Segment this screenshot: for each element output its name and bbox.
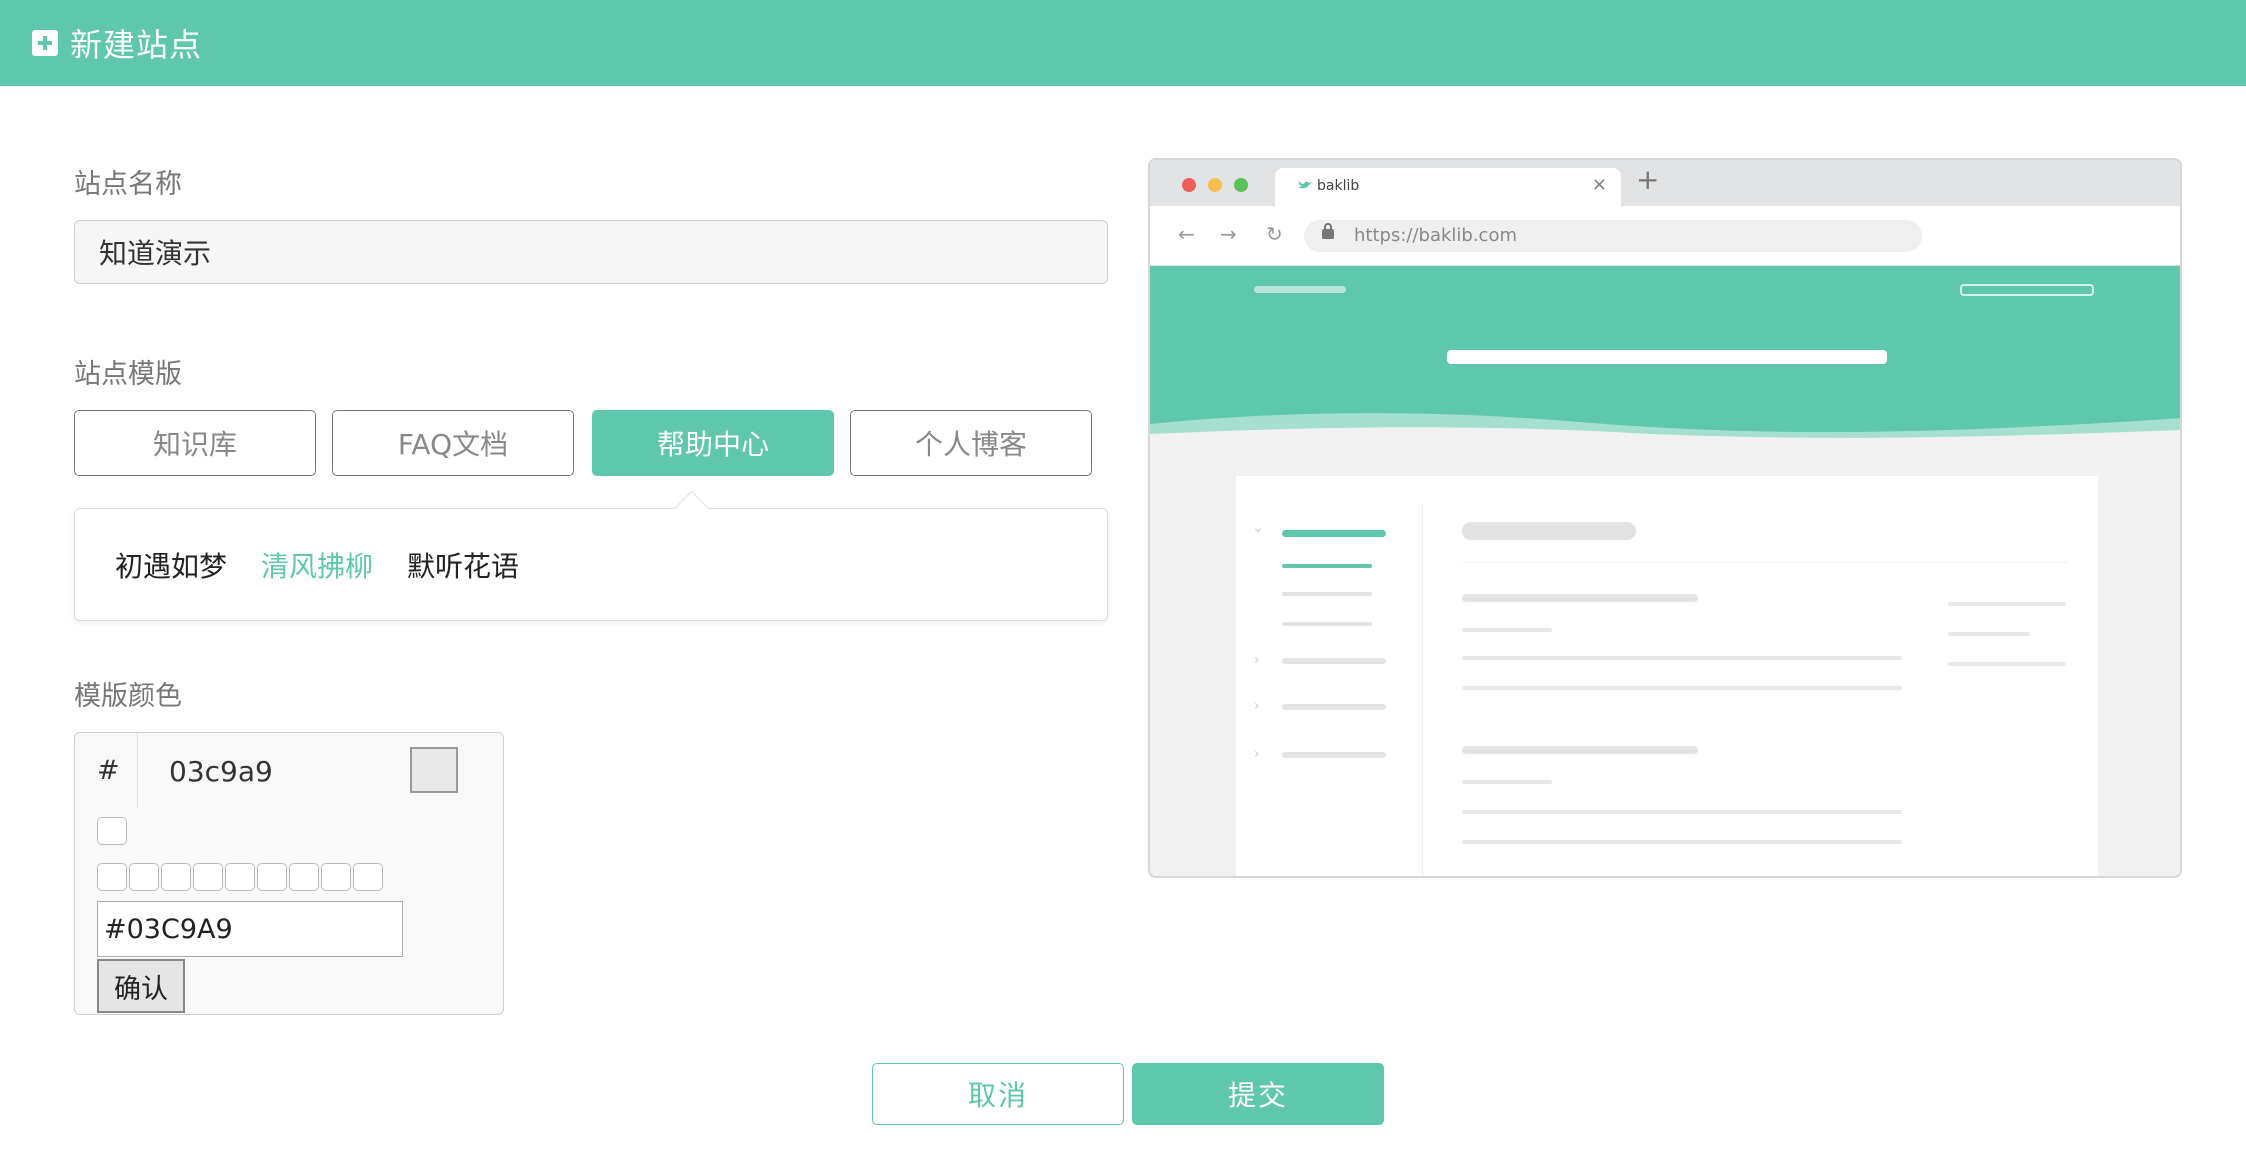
placeholder-bar [1462, 746, 1698, 754]
chevron-right-icon: › [1254, 746, 1260, 762]
hex-input[interactable] [97, 901, 403, 957]
close-dot-icon [1182, 178, 1196, 192]
preview-hero [1150, 266, 2180, 442]
divider [1422, 504, 1423, 876]
template-option-personal-blog[interactable]: 个人博客 [850, 410, 1092, 476]
back-arrow-icon: ← [1178, 222, 1195, 246]
placeholder-bar [1254, 286, 1346, 293]
site-name-input[interactable] [74, 220, 1108, 284]
placeholder-bar [1948, 602, 2066, 606]
preset-swatch[interactable] [321, 863, 351, 891]
placeholder-bar [1462, 522, 1636, 540]
hex-display[interactable]: 03c9a9 [169, 755, 273, 788]
template-option-faq[interactable]: FAQ文档 [332, 410, 574, 476]
placeholder-bar [1462, 628, 1552, 632]
placeholder-bar [1282, 564, 1372, 568]
placeholder-bar [1282, 622, 1372, 626]
placeholder-bar [1282, 704, 1386, 710]
preset-swatch[interactable] [353, 863, 383, 891]
custom-swatch[interactable] [97, 817, 127, 845]
site-name-label: 站点名称 [74, 169, 182, 200]
preset-swatch[interactable] [97, 863, 127, 891]
bird-logo-icon [1298, 181, 1312, 189]
template-option-knowledge-base[interactable]: 知识库 [74, 410, 316, 476]
preset-swatch[interactable] [289, 863, 319, 891]
new-tab-icon: + [1636, 163, 1660, 196]
template-option-help-center[interactable]: 帮助中心 [592, 410, 834, 476]
wave-decoration [1150, 413, 2180, 442]
chevron-down-icon: ⌄ [1252, 520, 1264, 536]
reload-icon: ↻ [1266, 222, 1283, 246]
page-header: 新建站点 [0, 0, 2246, 86]
maximize-dot-icon [1234, 178, 1248, 192]
submit-button[interactable]: 提交 [1132, 1063, 1384, 1125]
template-preview: baklib × + ← → ↻ https://baklib.com ⌄ › … [1148, 158, 2182, 878]
divider [137, 733, 138, 808]
style-option-3[interactable]: 默听花语 [407, 545, 519, 585]
tab-title: baklib [1317, 178, 1360, 194]
lock-icon [1322, 223, 1334, 239]
template-color-label: 模版颜色 [74, 681, 182, 712]
browser-tab-bar: baklib × + [1150, 160, 2180, 206]
placeholder-bar [1462, 686, 1902, 690]
color-picker: # 03c9a9 确认 [74, 732, 504, 1015]
add-square-icon [32, 30, 58, 56]
style-option-1[interactable]: 初遇如梦 [115, 545, 227, 585]
cancel-button[interactable]: 取消 [872, 1063, 1124, 1125]
placeholder-bar [1282, 530, 1386, 537]
template-label: 站点模版 [74, 359, 182, 390]
placeholder-bar [1282, 658, 1386, 664]
preset-swatch[interactable] [225, 863, 255, 891]
tab-close-icon: × [1591, 174, 1607, 195]
preset-swatch[interactable] [129, 863, 159, 891]
preview-content-card: ⌄ › › › [1236, 476, 2098, 876]
url-text: https://baklib.com [1354, 225, 1517, 246]
placeholder-bar [1282, 592, 1372, 596]
placeholder-bar [1462, 810, 1902, 814]
minimize-dot-icon [1208, 178, 1222, 192]
placeholder-bar [1282, 752, 1386, 758]
placeholder-bar [1447, 350, 1887, 364]
placeholder-bar [1462, 594, 1698, 602]
confirm-button[interactable]: 确认 [97, 959, 185, 1013]
color-preview-swatch[interactable] [410, 747, 458, 793]
preset-swatches [97, 863, 383, 891]
placeholder-bar [1462, 780, 1552, 784]
placeholder-bar [1462, 656, 1902, 660]
placeholder-bar [1948, 662, 2066, 666]
placeholder-bar [1960, 284, 2094, 296]
placeholder-bar [1948, 632, 2030, 636]
forward-arrow-icon: → [1220, 222, 1237, 246]
preset-swatch[interactable] [193, 863, 223, 891]
browser-address-bar: ← → ↻ https://baklib.com [1150, 206, 2180, 266]
browser-tab: baklib × [1275, 168, 1621, 206]
placeholder-bar [1462, 840, 1902, 844]
preset-swatch[interactable] [161, 863, 191, 891]
url-field: https://baklib.com [1304, 220, 1922, 252]
chevron-right-icon: › [1254, 652, 1260, 668]
style-option-2[interactable]: 清风拂柳 [261, 545, 373, 585]
preset-swatch[interactable] [257, 863, 287, 891]
theme-style-panel: 初遇如梦 清风拂柳 默听花语 [74, 508, 1108, 621]
page-title: 新建站点 [70, 26, 203, 64]
hash-symbol: # [97, 755, 120, 786]
placeholder-bar [1462, 562, 2068, 563]
chevron-right-icon: › [1254, 698, 1260, 714]
